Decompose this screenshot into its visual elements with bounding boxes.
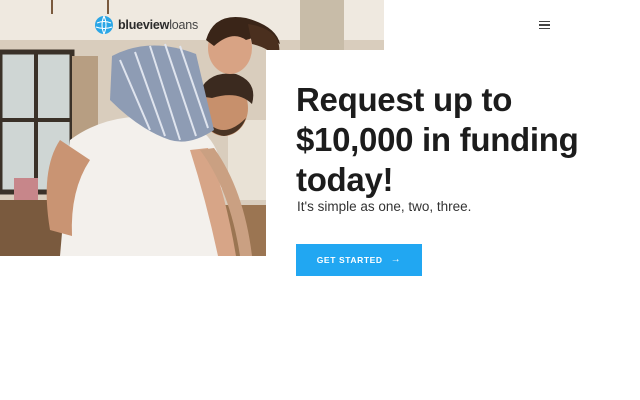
brand-name: blueviewloans — [118, 18, 198, 32]
headline-line: today! — [296, 161, 394, 198]
brand-logo[interactable]: blueviewloans — [94, 14, 198, 36]
menu-bar — [538, 24, 550, 26]
menu-bar — [538, 28, 550, 30]
hero-subtitle: It's simple as one, two, three. — [297, 199, 472, 214]
hamburger-menu-icon[interactable] — [534, 17, 554, 33]
arrow-right-icon: → — [390, 254, 402, 265]
get-started-label: GET STARTED — [316, 255, 383, 265]
menu-bar — [538, 20, 550, 22]
get-started-button[interactable]: GET STARTED → — [296, 244, 422, 276]
hero-headline: Request up to $10,000 in funding today! — [296, 80, 626, 200]
headline-line: $10,000 in funding — [296, 121, 579, 158]
globe-logo-icon — [95, 15, 113, 35]
brand-name-light: loans — [169, 18, 199, 32]
brand-name-bold: blueview — [118, 18, 170, 32]
headline-line: Request up to — [296, 81, 513, 118]
